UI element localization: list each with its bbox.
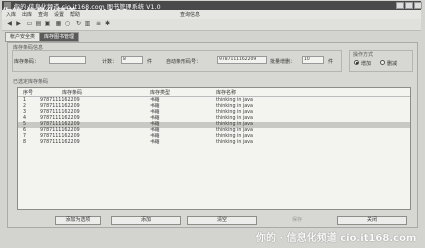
menu-item-3[interactable]: 查询 <box>38 11 48 18</box>
count-unit: 件 <box>147 59 153 65</box>
add-to-selection-button[interactable]: 添加为选项 <box>55 216 101 225</box>
add-button[interactable]: 添加 <box>111 216 181 225</box>
tab-strip: 帐户安全类 库存图书管理 <box>2 31 421 42</box>
count-input[interactable]: 8 <box>121 56 143 64</box>
search-icon[interactable]: ○ <box>64 21 71 27</box>
watermark-bottom: 你的 · 信息化频道 cio.it168.com <box>256 233 417 244</box>
header-divider <box>18 96 410 97</box>
column-header-name[interactable]: 库存名称 <box>216 89 236 96</box>
batch-input[interactable]: 10 <box>302 56 324 64</box>
column-header-type[interactable]: 库存类型 <box>150 89 170 96</box>
mode-add-label: 增加 <box>361 61 372 67</box>
menu-item-2[interactable]: 出库 <box>22 11 32 18</box>
new-icon[interactable]: ▭ <box>26 21 33 27</box>
cell-name: thinking in java <box>216 140 253 145</box>
open-icon[interactable]: ▤ <box>35 21 42 27</box>
tab-account-security[interactable]: 帐户安全类 <box>5 32 41 42</box>
list-group-title: 已选定库存条码 <box>13 79 49 85</box>
back-icon[interactable]: ◀ <box>6 21 13 27</box>
close-button[interactable]: 关闭 <box>337 216 407 225</box>
auto-barcode-input[interactable]: 9787111162209 <box>217 56 267 64</box>
batch-unit: 件 <box>328 59 334 65</box>
menu-item-5[interactable]: 帮助 <box>70 11 80 18</box>
refresh-icon[interactable]: ↻ <box>75 21 82 27</box>
forward-icon[interactable]: ▶ <box>15 21 22 27</box>
mode-remove-radio[interactable] <box>380 60 385 65</box>
barcode-label: 库存条码： <box>14 59 40 65</box>
grid-icon[interactable]: ▥ <box>84 21 91 27</box>
minimize-button[interactable] <box>396 2 404 9</box>
save-icon[interactable]: ▣ <box>44 21 51 27</box>
auto-barcode-label: 自动条形码号： <box>166 59 202 65</box>
menu-bar: 入库 出库 查询 设置 帮助 查询信息 <box>2 10 421 19</box>
list-icon[interactable]: ≡ <box>95 21 102 27</box>
batch-label: 批量增删： <box>270 59 296 65</box>
mode-remove-label: 删减 <box>387 61 398 67</box>
maximize-button[interactable] <box>405 2 413 9</box>
count-label: 计数： <box>102 59 118 65</box>
column-header-code[interactable]: 库存条码 <box>62 89 82 96</box>
menu-item-1[interactable]: 入库 <box>6 11 16 18</box>
tab-inventory[interactable]: 库存图书管理 <box>39 32 80 42</box>
column-header-no[interactable]: 序号 <box>23 89 33 96</box>
clear-button[interactable]: 清空 <box>187 216 257 225</box>
inventory-table[interactable]: 序号 库存条码 库存类型 库存名称 1 9787111162209 书籍 thi… <box>17 87 411 210</box>
menu-item-query-info[interactable]: 查询信息 <box>180 11 200 18</box>
print-icon[interactable]: ▦ <box>55 21 62 27</box>
cell-no: 8 <box>23 140 27 145</box>
table-row[interactable]: 8 9787111162209 书籍 thinking in java <box>18 140 410 146</box>
save-button[interactable]: 保存 <box>262 216 332 225</box>
mode-add-radio[interactable] <box>354 60 359 65</box>
cell-type: 书籍 <box>150 140 160 145</box>
cell-code: 9787111162209 <box>40 140 80 145</box>
menu-item-4[interactable]: 设置 <box>54 11 64 18</box>
toolbar: ◀ ▶ ▭ ▤ ▣ ▦ ○ ↻ ▥ ≡ ✱ <box>2 19 421 31</box>
settings-icon[interactable]: ✱ <box>104 21 111 27</box>
barcode-input[interactable] <box>49 56 86 64</box>
close-window-button[interactable] <box>414 2 422 9</box>
app-window: 你的·信息化频道 cio.it168.com 图书管理系统 V1.0 你的·信息… <box>0 0 425 248</box>
